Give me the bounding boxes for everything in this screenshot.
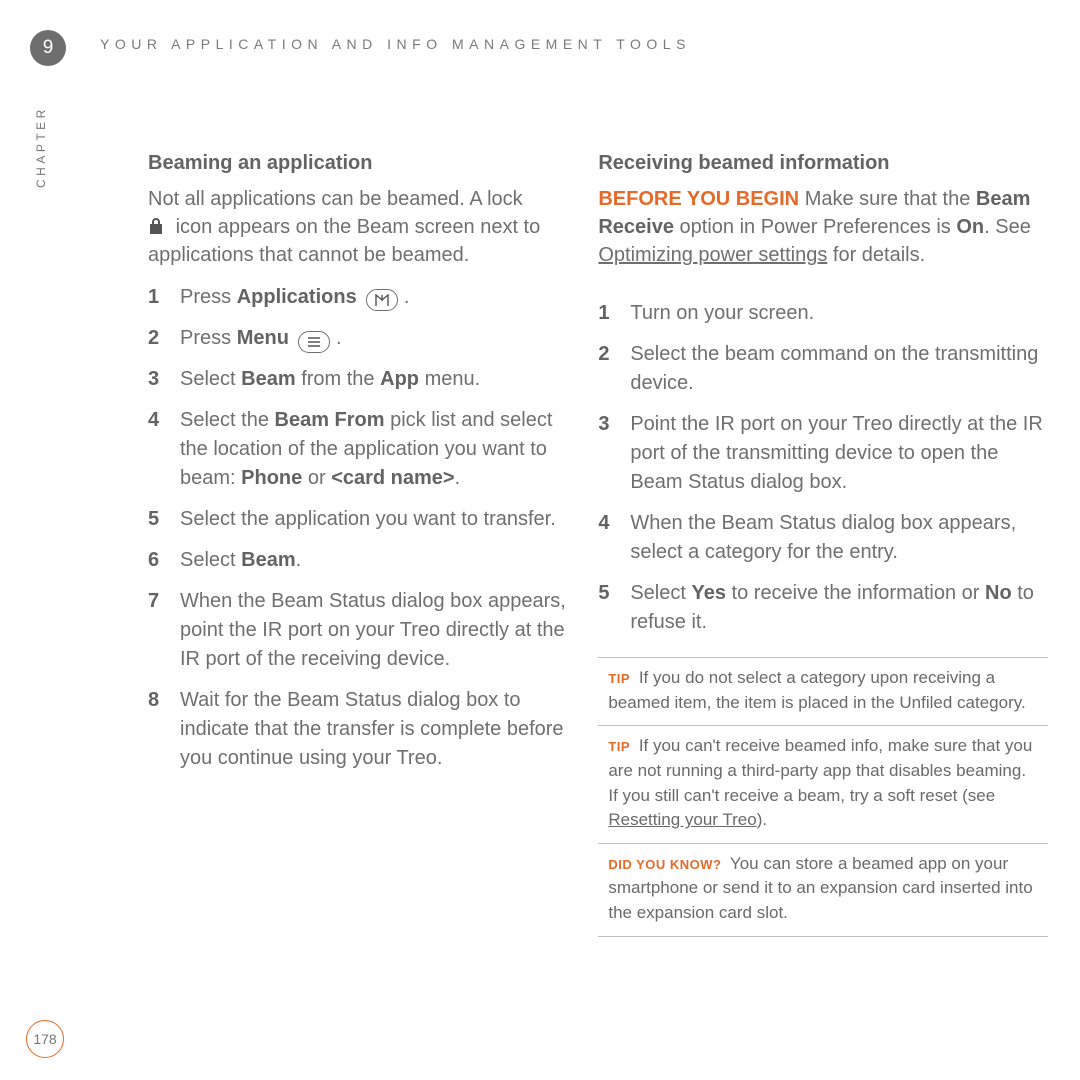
tip-text: If you can't receive beamed info, make s… (608, 736, 1032, 804)
left-column: Beaming an application Not all applicati… (148, 152, 568, 937)
step-2: Press Menu . (148, 324, 568, 353)
link-resetting-treo[interactable]: Resetting your Treo (608, 810, 756, 829)
text: Press (180, 286, 237, 308)
tip-2: TIP If you can't receive beamed info, ma… (598, 725, 1048, 843)
text: . (296, 549, 302, 571)
bold: No (985, 582, 1012, 604)
tip-1: TIP If you do not select a category upon… (598, 657, 1048, 725)
receiving-steps: Turn on your screen. Select the beam com… (598, 299, 1048, 637)
tip-label: TIP (608, 671, 630, 686)
text: to receive the information or (726, 582, 985, 604)
step-4: When the Beam Status dialog box appears,… (598, 509, 1048, 567)
step-5: Select the application you want to trans… (148, 505, 568, 534)
intro-text: Not all applications can be beamed. A lo… (148, 185, 568, 269)
bold: <card name> (331, 467, 454, 489)
bold: Yes (692, 582, 726, 604)
text: option in Power Preferences is (674, 216, 956, 238)
bold: Applications (237, 286, 357, 308)
page-content: Beaming an application Not all applicati… (148, 152, 1048, 937)
bold: Beam (241, 549, 295, 571)
step-5: Select Yes to receive the information or… (598, 579, 1048, 637)
bold: Phone (241, 467, 302, 489)
tip-text: If you do not select a category upon rec… (608, 668, 1025, 712)
chapter-number-badge: 9 (30, 30, 66, 66)
text: . (398, 286, 409, 308)
text: . (330, 327, 341, 349)
beaming-steps: Press Applications . Press Menu . Select… (148, 283, 568, 773)
text: menu. (419, 368, 480, 390)
step-6: Select Beam. (148, 546, 568, 575)
section-title-beaming: Beaming an application (148, 152, 568, 175)
bold: Menu (237, 327, 289, 349)
link-optimizing-power[interactable]: Optimizing power settings (598, 244, 827, 266)
chapter-label: CHAPTER (34, 106, 48, 188)
step-4: Select the Beam From pick list and selec… (148, 406, 568, 493)
tip-label: TIP (608, 739, 630, 754)
text: . See (984, 216, 1031, 238)
before-label: BEFORE YOU BEGIN (598, 188, 799, 210)
lock-icon (148, 216, 164, 236)
step-2: Select the beam command on the transmitt… (598, 340, 1048, 398)
step-3: Point the IR port on your Treo directly … (598, 410, 1048, 497)
text: Select (630, 582, 691, 604)
intro-part-b: icon appears on the Beam screen next to … (148, 216, 540, 266)
text: Select the (180, 409, 275, 431)
step-3: Select Beam from the App menu. (148, 365, 568, 394)
bold: App (380, 368, 419, 390)
dyk-label: DID YOU KNOW? (608, 857, 721, 872)
before-you-begin: BEFORE YOU BEGIN Make sure that the Beam… (598, 185, 1048, 269)
text: or (302, 467, 331, 489)
section-title-receiving: Receiving beamed information (598, 152, 1048, 175)
tip-text: ). (757, 810, 767, 829)
text: from the (296, 368, 380, 390)
text: for details. (827, 244, 925, 266)
running-header: YOUR APPLICATION AND INFO MANAGEMENT TOO… (100, 36, 691, 52)
step-1: Turn on your screen. (598, 299, 1048, 328)
step-1: Press Applications . (148, 283, 568, 312)
bold: On (956, 216, 984, 238)
text: Press (180, 327, 237, 349)
step-8: Wait for the Beam Status dialog box to i… (148, 686, 568, 773)
page-number: 178 (26, 1020, 64, 1058)
bold: Beam (241, 368, 295, 390)
right-column: Receiving beamed information BEFORE YOU … (598, 152, 1048, 937)
text: . (455, 467, 461, 489)
home-icon (366, 289, 398, 311)
intro-part-a: Not all applications can be beamed. A lo… (148, 188, 523, 210)
text: Select (180, 368, 241, 390)
menu-icon (298, 331, 330, 353)
step-7: When the Beam Status dialog box appears,… (148, 587, 568, 674)
did-you-know: DID YOU KNOW? You can store a beamed app… (598, 843, 1048, 937)
text: Select (180, 549, 241, 571)
bold: Beam From (275, 409, 385, 431)
tip-box: TIP If you do not select a category upon… (598, 657, 1048, 937)
text: Make sure that the (805, 188, 976, 210)
